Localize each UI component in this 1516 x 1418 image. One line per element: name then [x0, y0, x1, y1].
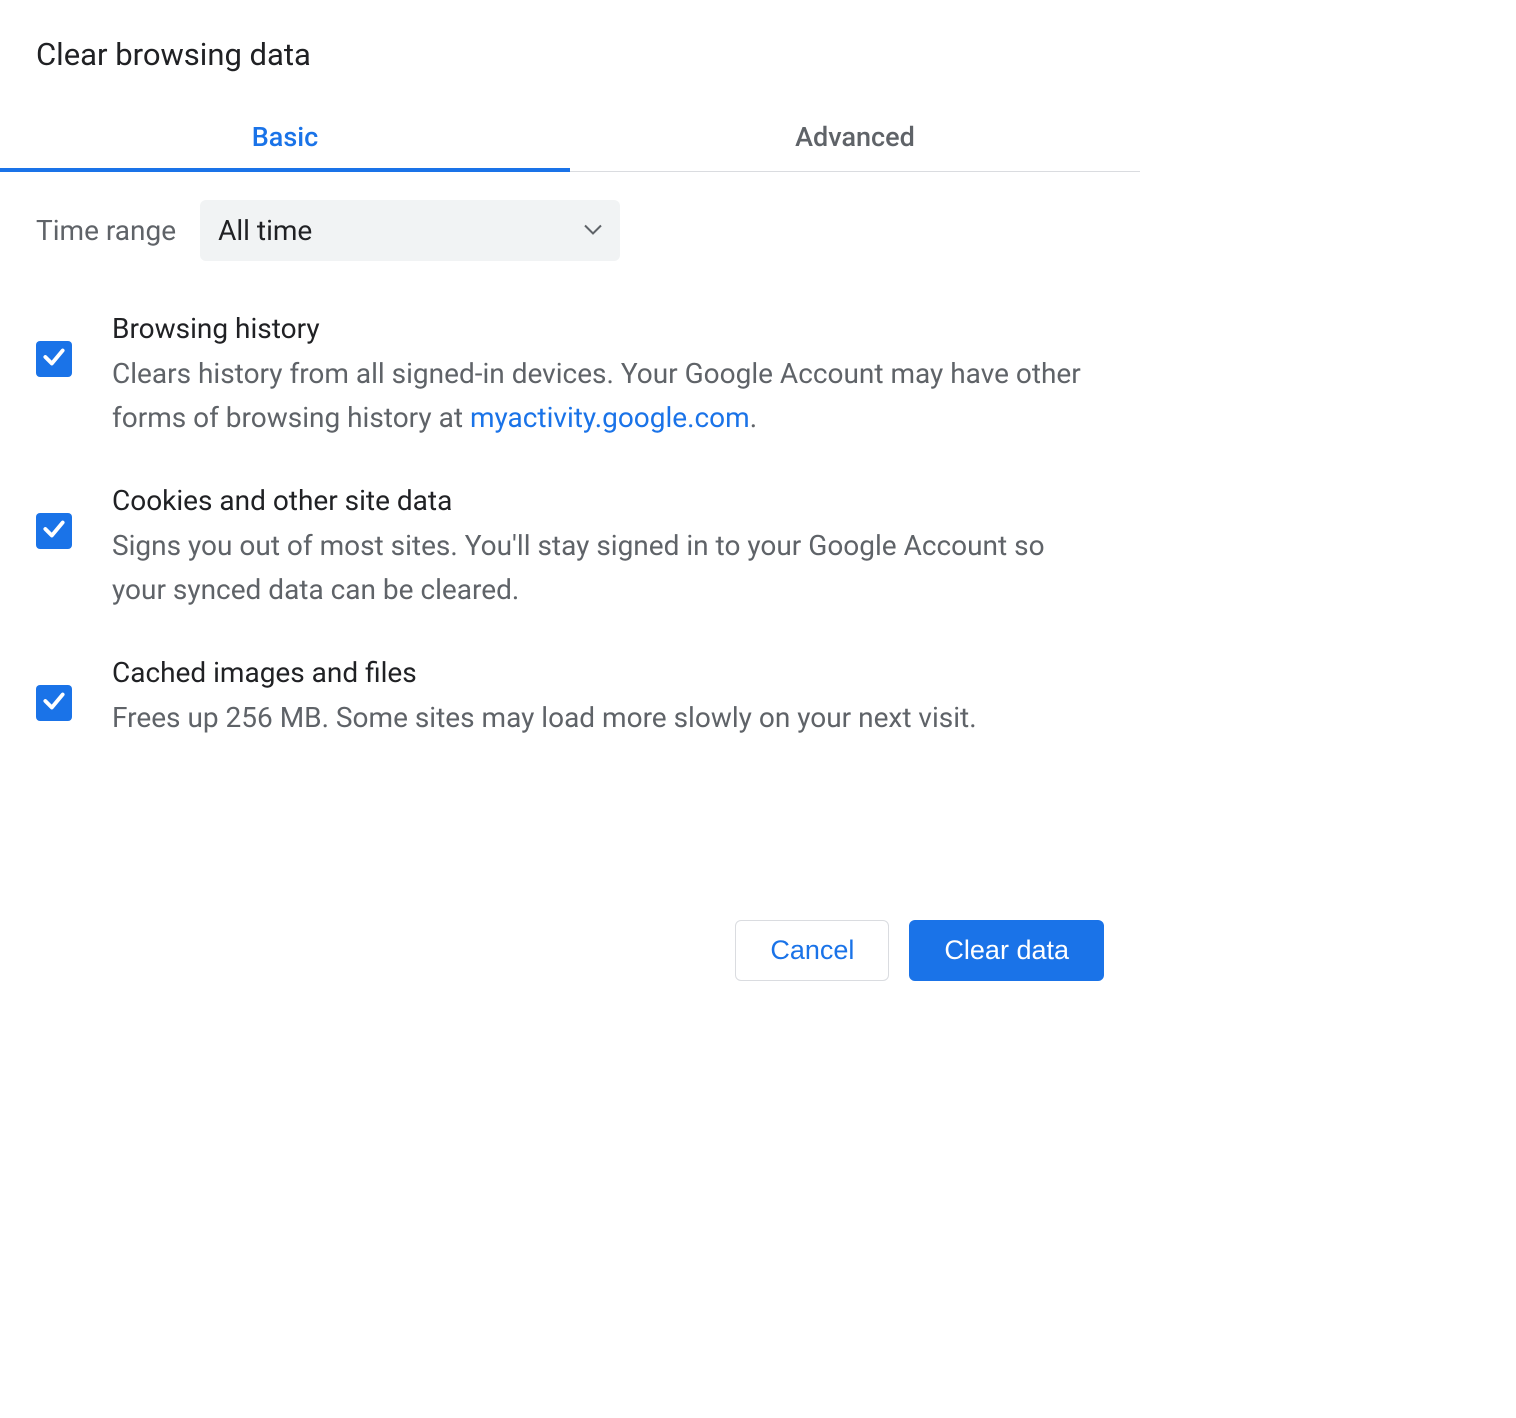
option-text: Cached images and files Frees up 256 MB.… — [112, 653, 1104, 740]
options-list: Browsing history Clears history from all… — [36, 309, 1104, 740]
check-icon — [41, 516, 67, 546]
myactivity-link[interactable]: myactivity.google.com — [470, 401, 750, 434]
option-desc: Clears history from all signed-in device… — [112, 352, 1104, 439]
option-browsing-history: Browsing history Clears history from all… — [36, 309, 1104, 439]
time-range-select[interactable]: All time — [200, 200, 620, 261]
check-icon — [41, 688, 67, 718]
option-cached: Cached images and files Frees up 256 MB.… — [36, 653, 1104, 740]
checkbox-cookies[interactable] — [36, 513, 72, 549]
option-desc: Signs you out of most sites. You'll stay… — [112, 524, 1104, 611]
checkbox-browsing-history[interactable] — [36, 341, 72, 377]
tab-advanced[interactable]: Advanced — [570, 103, 1140, 171]
chevron-down-icon — [584, 221, 602, 240]
content-basic: Time range All time Browsing history Cle… — [36, 172, 1104, 740]
option-title: Cached images and files — [112, 653, 1104, 692]
time-range-row: Time range All time — [36, 200, 1104, 261]
checkbox-cached[interactable] — [36, 685, 72, 721]
option-text: Browsing history Clears history from all… — [112, 309, 1104, 439]
dialog-title: Clear browsing data — [36, 36, 1104, 73]
check-icon — [41, 344, 67, 374]
option-title: Cookies and other site data — [112, 481, 1104, 520]
tabs: Basic Advanced — [0, 103, 1140, 172]
option-desc: Frees up 256 MB. Some sites may load mor… — [112, 696, 1104, 739]
time-range-value: All time — [218, 214, 312, 247]
cancel-button[interactable]: Cancel — [735, 920, 889, 981]
clear-data-button[interactable]: Clear data — [909, 920, 1104, 981]
option-desc-post: . — [750, 401, 757, 434]
option-title: Browsing history — [112, 309, 1104, 348]
option-text: Cookies and other site data Signs you ou… — [112, 481, 1104, 611]
option-cookies: Cookies and other site data Signs you ou… — [36, 481, 1104, 611]
time-range-label: Time range — [36, 214, 176, 247]
dialog-footer: Cancel Clear data — [36, 920, 1104, 981]
tab-basic[interactable]: Basic — [0, 103, 570, 171]
